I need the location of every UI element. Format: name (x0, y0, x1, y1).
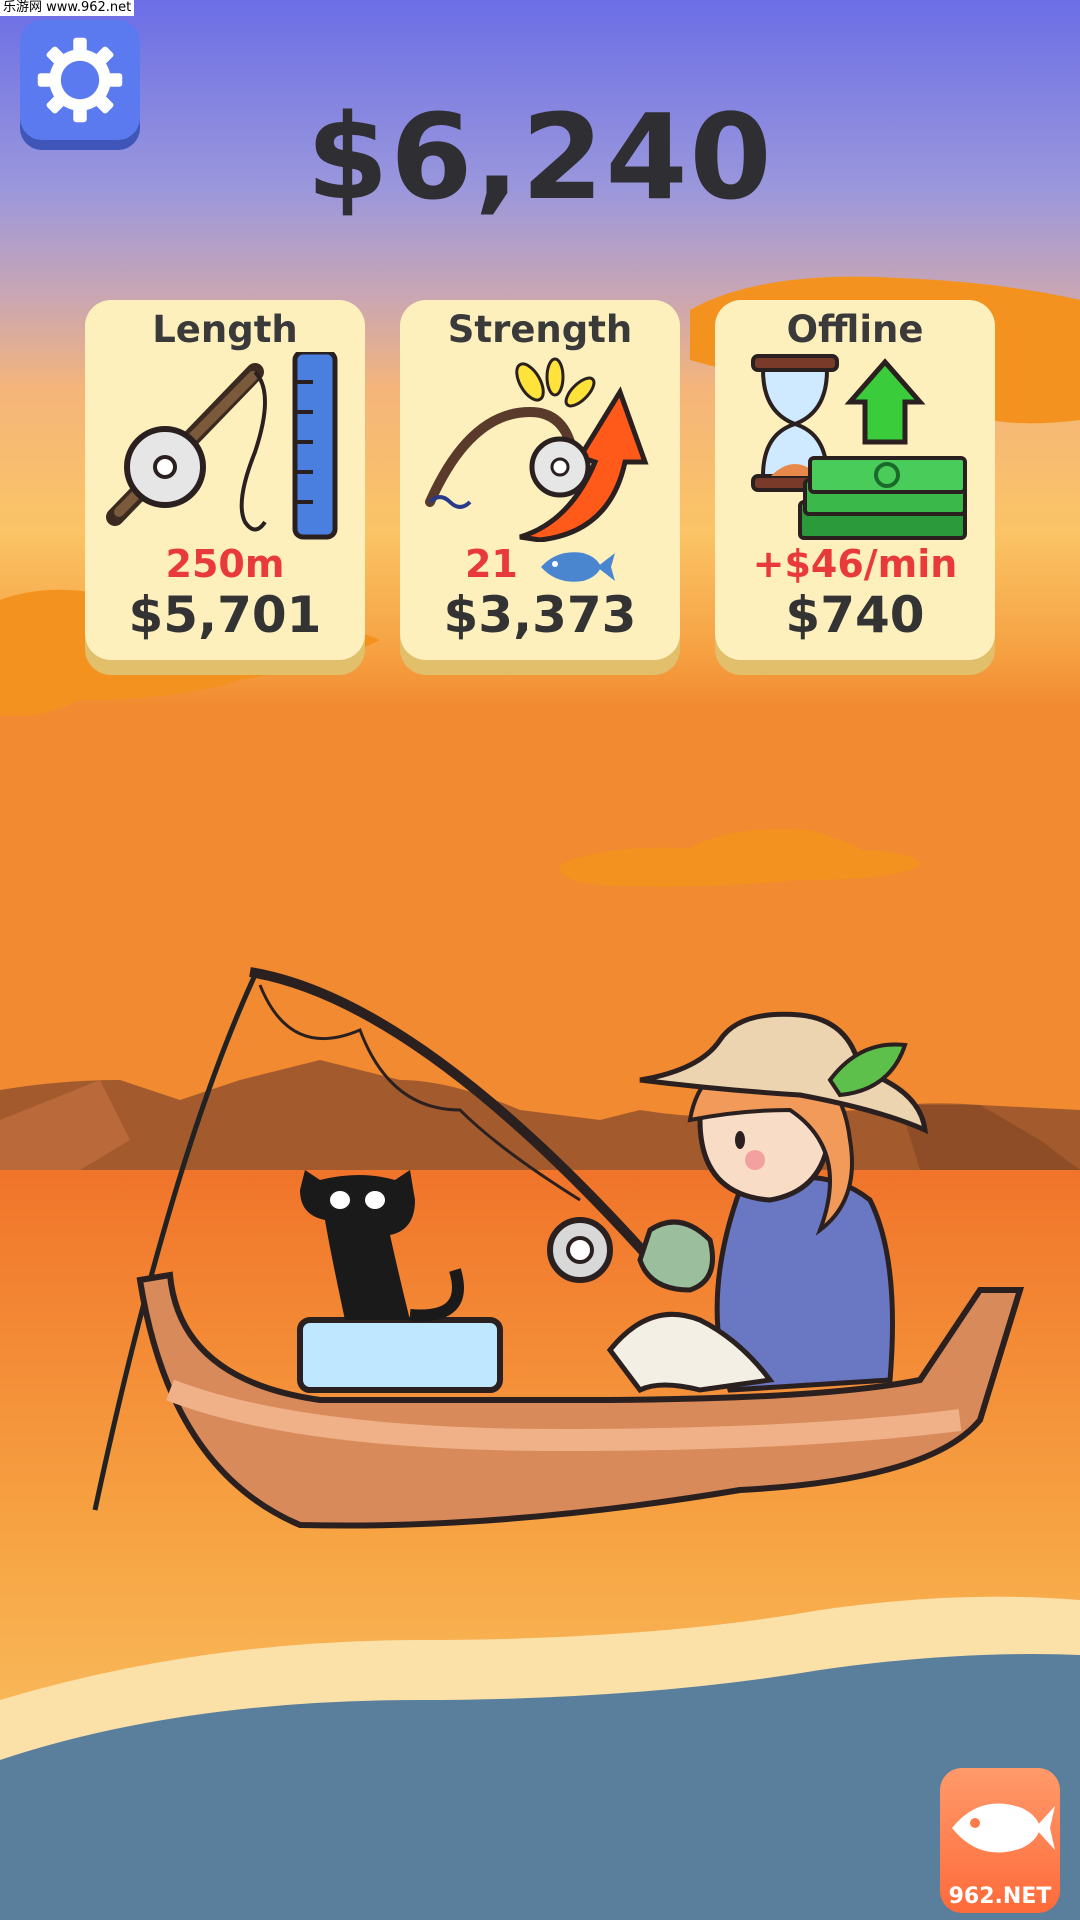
strength-value: 21 (464, 542, 518, 586)
upgrade-price: $5,701 (128, 586, 322, 644)
hourglass-cash-icon (751, 354, 967, 540)
background-scene (0, 0, 1080, 1920)
fish-icon (541, 551, 616, 582)
watermark: 乐游网 www.962.net (0, 0, 135, 16)
upgrade-title: Strength (447, 308, 633, 351)
fish-logo-icon (952, 1803, 1055, 1853)
upgrade-title: Length (152, 308, 298, 351)
rod-arrow-icon (425, 357, 649, 542)
upgrade-card-length[interactable]: Length 250m $5,701 (85, 300, 365, 660)
upgrade-price: $3,373 (443, 586, 637, 644)
fishing-rod-ruler-icon (106, 352, 338, 540)
upgrade-title: Offline (786, 308, 924, 351)
upgrade-card-offline[interactable]: Offline +$46/min $740 (715, 300, 995, 660)
length-value: 250m (165, 542, 285, 586)
strength-stat: 21 (400, 542, 680, 587)
balance-display: $6,240 (306, 88, 774, 226)
logo-text: 962.NET (948, 1884, 1052, 1909)
site-logo[interactable]: 962.NET (940, 1768, 1060, 1913)
upgrade-card-strength[interactable]: Strength 21 $3,373 (400, 300, 680, 660)
offline-rate: +$46/min (752, 542, 958, 586)
upgrade-price: $740 (785, 586, 925, 644)
